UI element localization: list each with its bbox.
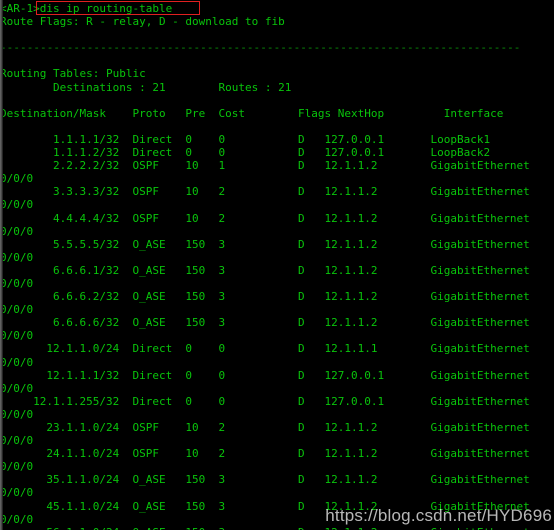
spacer-line-2 bbox=[0, 54, 554, 67]
table-row: 5.5.5.5/32 O_ASE 150 3 D 12.1.1.2 Gigabi… bbox=[0, 237, 530, 251]
table-row: 6.6.6.2/32 O_ASE 150 3 D 12.1.1.2 Gigabi… bbox=[0, 290, 530, 304]
routing-table-rows: 1.1.1.1/32 Direct 0 0 D 127.0.0.1 LoopBa… bbox=[0, 133, 554, 530]
table-row: 1.1.1.1/32 Direct 0 0 D 127.0.0.1 LoopBa… bbox=[0, 132, 491, 146]
table-row: 35.1.1.0/24 O_ASE 150 3 D 12.1.1.2 Gigab… bbox=[0, 473, 530, 487]
table-row: 3.3.3.3/32 OSPF 10 2 D 12.1.1.2 GigabitE… bbox=[0, 185, 530, 199]
separator-line-top: ----------------------------------------… bbox=[0, 41, 521, 55]
spacer-line-3 bbox=[0, 94, 554, 107]
table-row: 23.1.1.0/24 OSPF 10 2 D 12.1.1.2 Gigabit… bbox=[0, 421, 530, 434]
table-row-continuation: 0/0/0 bbox=[0, 381, 34, 395]
column-header-line: Destination/Mask Proto Pre Cost Flags Ne… bbox=[0, 106, 504, 120]
route-flags-line: Route Flags: R - relay, D - download to … bbox=[0, 15, 285, 29]
table-row: 2.2.2.2/32 OSPF 10 1 D 12.1.1.2 GigabitE… bbox=[0, 159, 530, 173]
table-row: 6.6.6.1/32 O_ASE 150 3 D 12.1.1.2 Gigabi… bbox=[0, 263, 530, 277]
table-row-continuation: 0/0/0 bbox=[0, 512, 34, 526]
table-row: 12.1.1.0/24 Direct 0 0 D 12.1.1.1 Gigabi… bbox=[0, 342, 530, 356]
table-row-continuation: 0/0/0 bbox=[0, 250, 34, 264]
table-row-continuation: 0/0/0 bbox=[0, 355, 34, 369]
table-row-continuation: 0/0/0 bbox=[0, 460, 34, 474]
table-row-continuation: 0/0/0 bbox=[0, 172, 34, 186]
table-row-continuation: 0/0/0 bbox=[0, 303, 34, 317]
window-left-border bbox=[0, 0, 3, 530]
table-row: 4.4.4.4/32 OSPF 10 2 D 12.1.1.2 GigabitE… bbox=[0, 211, 530, 225]
table-row: 45.1.1.0/24 O_ASE 150 3 D 12.1.1.2 Gigab… bbox=[0, 499, 530, 513]
table-row: 24.1.1.0/24 OSPF 10 2 D 12.1.1.2 Gigabit… bbox=[0, 447, 530, 461]
terminal-output-area[interactable]: <AR-1>dis ip routing-table Route Flags: … bbox=[0, 0, 554, 530]
table-row-continuation: 0/0/0 bbox=[0, 486, 34, 500]
table-row-continuation: 0/0/0 bbox=[0, 224, 34, 238]
table-row-continuation: 0/0/0 bbox=[0, 276, 34, 290]
table-row: 56.1.1.0/24 O_ASE 150 3 D 12.1.1.2 Gigab… bbox=[0, 526, 554, 530]
table-row: 6.6.6.6/32 O_ASE 150 3 D 12.1.1.2 Gigabi… bbox=[0, 316, 530, 330]
table-row-continuation: 0/0/0 bbox=[0, 434, 34, 448]
spacer-line-1 bbox=[0, 28, 554, 41]
prompt-line: <AR-1>dis ip routing-table bbox=[0, 2, 173, 15]
table-row-continuation: 0/0/0 bbox=[0, 198, 34, 212]
spacer-line-4 bbox=[0, 120, 554, 133]
table-row: 12.1.1.1/32 Direct 0 0 D 127.0.0.1 Gigab… bbox=[0, 368, 530, 382]
table-row: 1.1.1.2/32 Direct 0 0 D 127.0.0.1 LoopBa… bbox=[0, 146, 491, 160]
table-row-continuation: 0/0/0 bbox=[0, 329, 34, 343]
table-row: 12.1.1.255/32 Direct 0 0 D 127.0.0.1 Gig… bbox=[0, 394, 530, 408]
summary-line: Destinations : 21 Routes : 21 bbox=[0, 80, 292, 94]
terminal-window[interactable]: <AR-1>dis ip routing-table Route Flags: … bbox=[0, 0, 554, 530]
routing-tables-line: Routing Tables: Public bbox=[0, 67, 146, 81]
table-row-continuation: 0/0/0 bbox=[0, 407, 34, 421]
